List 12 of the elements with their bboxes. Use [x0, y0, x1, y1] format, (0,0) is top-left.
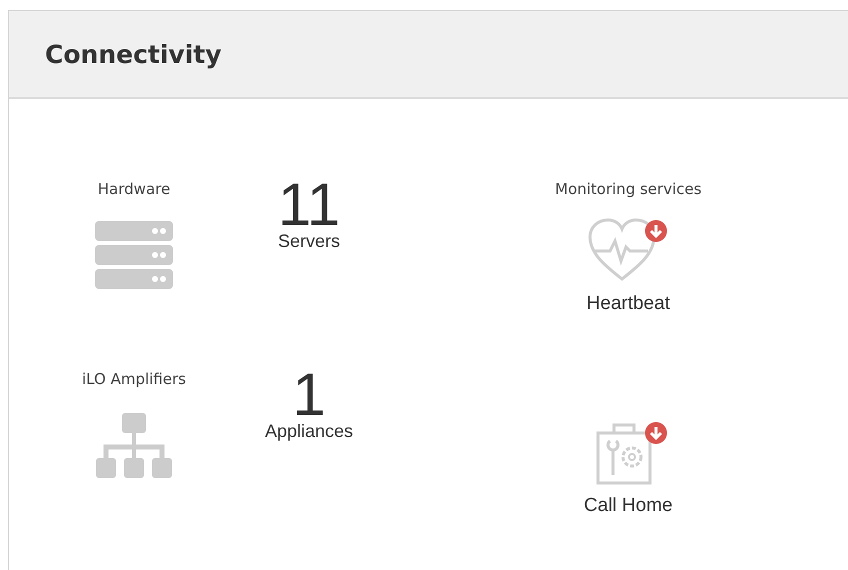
category-label: iLO Amplifiers	[82, 369, 186, 389]
service-name: Call Home	[584, 495, 673, 517]
category-label: Hardware	[98, 179, 170, 199]
hierarchy-icon	[95, 411, 173, 481]
count-label: Servers	[278, 231, 340, 252]
count-value: 11	[278, 179, 340, 231]
section-label: Monitoring services	[555, 179, 702, 199]
count-value: 1	[292, 369, 326, 421]
server-stack-icon	[95, 221, 173, 291]
count-label: Appliances	[264, 421, 354, 442]
panel-title: Connectivity	[45, 40, 222, 68]
service-name: Heartbeat	[586, 293, 670, 315]
